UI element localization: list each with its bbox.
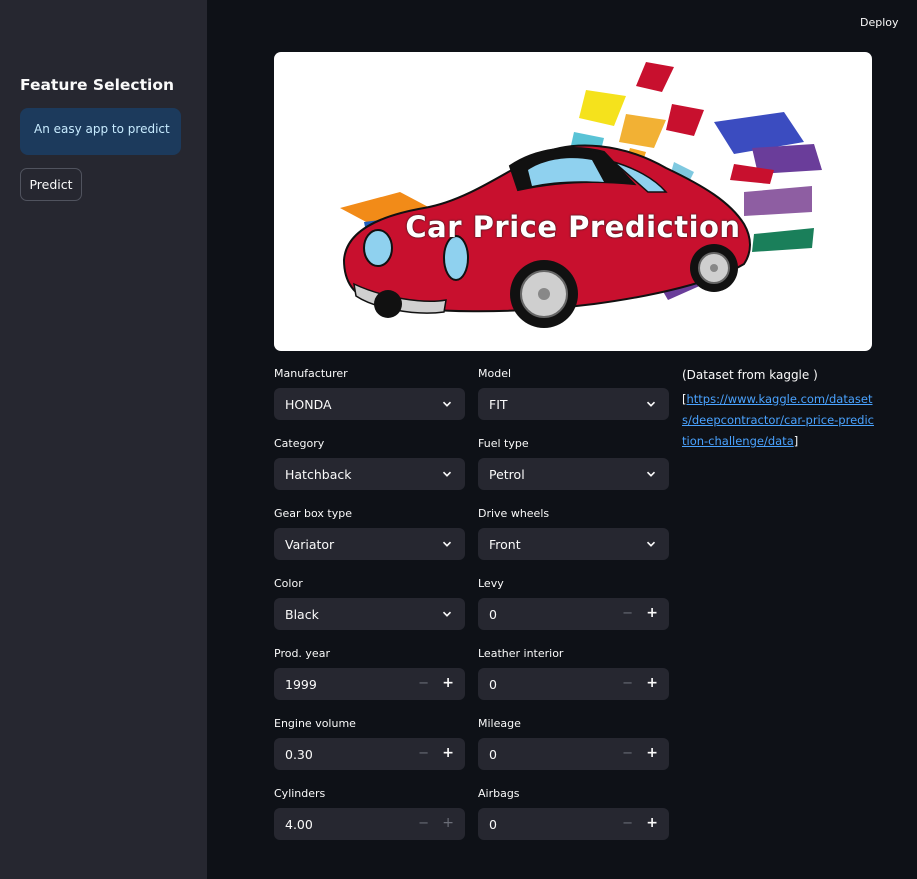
chevron-down-icon (646, 541, 656, 547)
engine-volume-label: Engine volume (274, 717, 356, 730)
drive-wheels-select[interactable]: Front (478, 528, 669, 560)
hero-image: Car Price Prediction (274, 52, 872, 351)
prod-year-increment[interactable]: + (442, 675, 454, 691)
model-label: Model (478, 367, 512, 380)
fuel-type-select[interactable]: Petrol (478, 458, 669, 490)
fuel-type-value: Petrol (489, 466, 525, 482)
airbags-value: 0 (489, 817, 497, 832)
info-message: An easy app to predict (20, 108, 181, 155)
car-illustration (340, 62, 822, 328)
dataset-close-bracket: ] (793, 434, 799, 448)
model-value: FIT (489, 396, 508, 412)
drive-wheels-label: Drive wheels (478, 507, 550, 520)
drive-wheels-value: Front (489, 536, 521, 552)
manufacturer-label: Manufacturer (274, 367, 348, 380)
category-select[interactable]: Hatchback (274, 458, 465, 490)
chevron-down-icon (442, 611, 452, 617)
leather-interior-decrement[interactable]: − (622, 676, 633, 691)
sidebar: Feature Selection An easy app to predict… (0, 0, 207, 879)
levy-label: Levy (478, 577, 504, 590)
chevron-down-icon (442, 541, 452, 547)
color-select[interactable]: Black (274, 598, 465, 630)
sidebar-title: Feature Selection (20, 76, 175, 94)
airbags-input[interactable]: 0 − + (478, 808, 669, 840)
hero-title: Car Price Prediction (405, 210, 741, 244)
dataset-title: (Dataset from kaggle ) (682, 368, 818, 382)
airbags-decrement[interactable]: − (622, 816, 633, 831)
chevron-down-icon (442, 471, 452, 477)
gear-box-type-value: Variator (285, 536, 335, 552)
engine-volume-value: 0.30 (285, 747, 313, 762)
prod-year-decrement[interactable]: − (418, 676, 429, 691)
gear-box-type-label: Gear box type (274, 507, 353, 520)
levy-decrement[interactable]: − (622, 606, 633, 621)
cylinders-value: 4.00 (285, 817, 313, 832)
prod-year-label: Prod. year (274, 647, 330, 660)
prod-year-input[interactable]: 1999 − + (274, 668, 465, 700)
cylinders-label: Cylinders (274, 787, 326, 800)
cylinders-input[interactable]: 4.00 − + (274, 808, 465, 840)
color-value: Black (285, 606, 319, 622)
leather-interior-label: Leather interior (478, 647, 564, 660)
engine-volume-input[interactable]: 0.30 − + (274, 738, 465, 770)
leather-interior-value: 0 (489, 677, 497, 692)
prod-year-value: 1999 (285, 677, 317, 692)
manufacturer-value: HONDA (285, 396, 332, 412)
gear-box-type-select[interactable]: Variator (274, 528, 465, 560)
mileage-value: 0 (489, 747, 497, 762)
levy-value: 0 (489, 607, 497, 622)
chevron-down-icon (646, 401, 656, 407)
category-value: Hatchback (285, 466, 352, 482)
leather-interior-increment[interactable]: + (646, 675, 658, 691)
cylinders-decrement[interactable]: − (418, 816, 429, 831)
mileage-input[interactable]: 0 − + (478, 738, 669, 770)
levy-input[interactable]: 0 − + (478, 598, 669, 630)
engine-volume-increment[interactable]: + (442, 745, 454, 761)
cylinders-increment[interactable]: + (442, 815, 454, 831)
category-label: Category (274, 437, 325, 450)
mileage-decrement[interactable]: − (622, 746, 633, 761)
levy-increment[interactable]: + (646, 605, 658, 621)
chevron-down-icon (442, 401, 452, 407)
chevron-down-icon (646, 471, 656, 477)
predict-button[interactable]: Predict (20, 168, 82, 201)
leather-interior-input[interactable]: 0 − + (478, 668, 669, 700)
engine-volume-decrement[interactable]: − (418, 746, 429, 761)
fuel-type-label: Fuel type (478, 437, 529, 450)
airbags-increment[interactable]: + (646, 815, 658, 831)
model-select[interactable]: FIT (478, 388, 669, 420)
dataset-source: [https://www.kaggle.com/datasets/deepcon… (682, 389, 874, 452)
color-label: Color (274, 577, 303, 590)
dataset-link[interactable]: https://www.kaggle.com/datasets/deepcont… (682, 392, 874, 448)
deploy-button[interactable]: Deploy (860, 16, 899, 29)
manufacturer-select[interactable]: HONDA (274, 388, 465, 420)
info-message-text: An easy app to predict (34, 122, 170, 136)
mileage-label: Mileage (478, 717, 521, 730)
airbags-label: Airbags (478, 787, 520, 800)
mileage-increment[interactable]: + (646, 745, 658, 761)
